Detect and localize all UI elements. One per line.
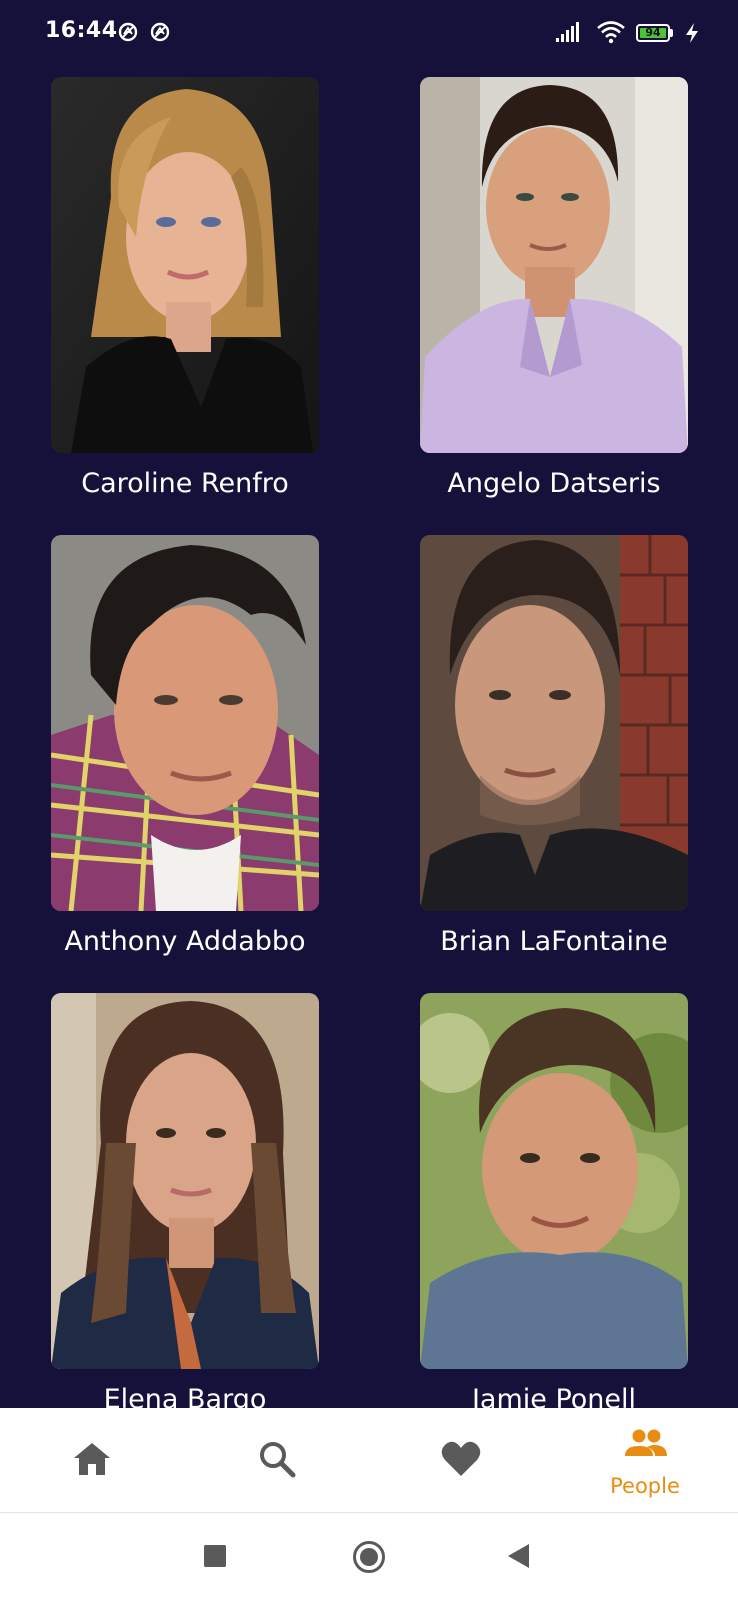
person-photo[interactable] (51, 77, 319, 453)
person-card[interactable]: Anthony Addabbo (51, 526, 319, 976)
person-photo[interactable] (51, 535, 319, 911)
charging-bolt-icon (686, 23, 698, 43)
people-grid: Caroline Renfro Angelo Datseris Anthony … (0, 68, 738, 1408)
people-icon (625, 1429, 667, 1456)
nav-people[interactable]: People (553, 1408, 737, 1512)
person-name: Angelo Datseris (447, 468, 661, 499)
nav-home[interactable] (0, 1408, 184, 1512)
person-photo[interactable] (51, 993, 319, 1369)
nav-favorites[interactable] (368, 1408, 552, 1512)
signal-icon (556, 22, 579, 42)
status-bar: 16:44 94 (0, 0, 738, 68)
nav-search[interactable] (184, 1408, 368, 1512)
battery-icon: 94 (636, 24, 674, 42)
person-photo[interactable] (420, 77, 688, 453)
home-circle-icon[interactable] (352, 1540, 386, 1574)
person-name: Jamie Ponell (471, 1384, 637, 1408)
nav-people-label: People (610, 1474, 680, 1498)
person-name: Caroline Renfro (81, 468, 289, 499)
person-card[interactable]: Caroline Renfro (51, 68, 319, 518)
bottom-navigation: People (0, 1408, 738, 1513)
system-navigation-bar (0, 1513, 738, 1600)
vpn-badge-icon (118, 22, 138, 42)
person-name: Anthony Addabbo (64, 926, 306, 957)
recents-square-icon[interactable] (204, 1545, 226, 1567)
person-card[interactable]: Jamie Ponell (420, 984, 688, 1408)
battery-level: 94 (640, 27, 666, 38)
person-card[interactable]: Angelo Datseris (420, 68, 688, 518)
status-time: 16:44 (45, 18, 118, 43)
person-name: Elena Bargo (103, 1384, 267, 1408)
heart-icon (441, 1441, 481, 1476)
person-name: Brian LaFontaine (440, 926, 668, 957)
person-card[interactable]: Brian LaFontaine (420, 526, 688, 976)
person-photo[interactable] (420, 993, 688, 1369)
person-photo[interactable] (420, 535, 688, 911)
person-card[interactable]: Elena Bargo (51, 984, 319, 1408)
vpn-badge-icon (150, 22, 170, 42)
back-triangle-icon[interactable] (507, 1543, 531, 1569)
home-icon (74, 1443, 110, 1475)
wifi-icon (597, 21, 625, 44)
search-icon (260, 1442, 296, 1478)
